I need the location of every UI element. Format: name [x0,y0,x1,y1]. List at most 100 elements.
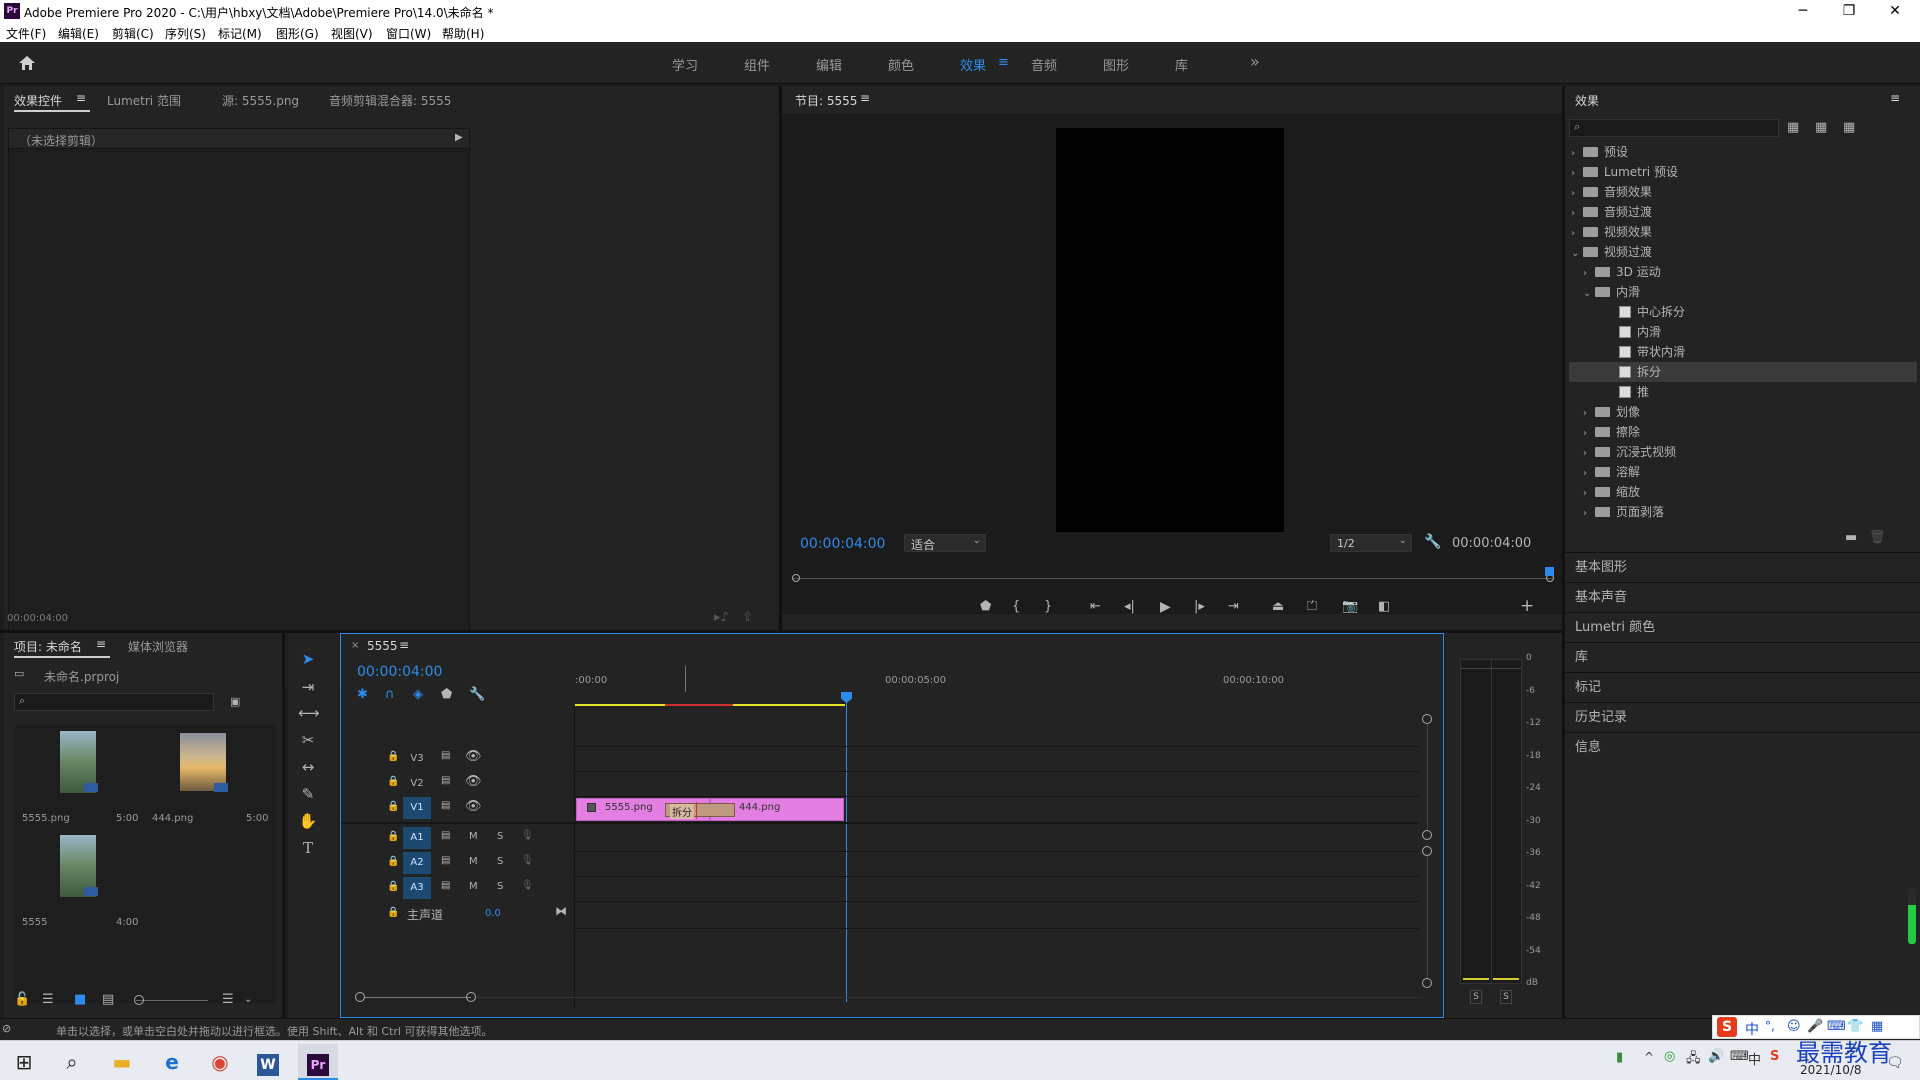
ime-punctuation-icon[interactable]: °, [1765,1019,1775,1033]
side-panel-history[interactable]: 历史记录 [1565,702,1920,732]
chevron-down-icon[interactable]: ⌄ [244,991,252,1009]
menu-marker[interactable]: 标记(M) [218,25,262,42]
mute-button[interactable]: M [469,856,478,867]
close-button[interactable]: ✕ [1872,0,1918,22]
program-video-frame[interactable] [1056,128,1284,532]
chevron-up-icon[interactable]: ^ [1644,1050,1654,1064]
effects-tree-folder[interactable]: › 页面剥落 [1569,502,1917,522]
network-icon[interactable]: 🖧 [1686,1049,1701,1071]
file-explorer-icon[interactable]: ▬ [102,1044,142,1080]
effects-tree-effect[interactable]: 带状内滑 [1569,342,1917,362]
new-bin-icon[interactable]: ▬ [1845,529,1857,547]
program-playhead[interactable] [1545,567,1554,576]
effects-tree-folder[interactable]: › 溶解 [1569,462,1917,482]
add-marker-icon[interactable]: ⬟ [980,598,991,616]
solo-button[interactable]: S [497,856,503,867]
program-timecode-current[interactable]: 00:00:04:00 [800,536,885,552]
menu-graphics[interactable]: 图形(G) [276,25,319,42]
chevron-right-icon[interactable]: › [1583,424,1595,444]
pen-tool-icon[interactable]: ✎ [298,784,318,804]
resolution-dropdown[interactable]: 1/2 ⌄ [1330,534,1412,552]
effects-tree-folder[interactable]: › 3D 运动 [1569,262,1917,282]
play-audio-icon[interactable]: ▸♪ [714,609,729,627]
menu-edit[interactable]: 编辑(E) [58,25,99,42]
track-label[interactable]: A3 [403,877,431,899]
workspace-editing[interactable]: 编辑 [816,55,842,74]
side-panel-info[interactable]: 信息 [1565,732,1920,762]
eye-icon[interactable]: 👁 [465,799,482,814]
side-panel-libraries[interactable]: 库 [1565,642,1920,672]
workspace-menu-icon[interactable]: ≡ [998,55,1009,70]
lock-icon[interactable]: 🔒 [387,856,399,867]
windows-start-icon[interactable]: ⊞ [4,1044,44,1080]
search-icon[interactable]: ⌕ [52,1044,92,1080]
export-icon[interactable]: ⇪ [742,609,753,627]
chevron-right-icon[interactable]: › [1571,184,1583,204]
side-panel-markers[interactable]: 标记 [1565,672,1920,702]
program-scrub-bar[interactable] [792,567,1554,586]
timeline-timecode[interactable]: 00:00:04:00 [357,664,442,680]
ime-keyboard-icon[interactable]: ⌨ [1827,1019,1846,1034]
chrome-icon[interactable]: ◉ [200,1044,240,1080]
audio-scrollbar[interactable] [1427,856,1428,978]
button-editor-plus-icon[interactable]: + [1520,597,1534,615]
microphone-icon[interactable]: 🎙 [521,830,534,841]
selection-tool-icon[interactable]: ➤ [298,649,318,669]
h-scroll-track[interactable] [477,997,1423,998]
jump-to-end-icon[interactable]: ⧓ [555,904,567,918]
program-monitor-title[interactable]: 节目: 5555 [795,92,857,109]
track-label[interactable]: A1 [403,827,431,849]
chevron-down-icon[interactable]: ⌄ [1583,284,1595,304]
sync-lock-icon[interactable]: ▤ [441,830,450,841]
scrub-start-handle[interactable] [792,574,800,582]
menu-clip[interactable]: 剪辑(C) [112,25,154,42]
workspace-effects[interactable]: 效果 [960,55,986,74]
microphone-icon[interactable]: 🎙 [521,880,534,891]
chevron-right-icon[interactable]: › [1583,504,1595,524]
lock-icon[interactable]: 🔒 [387,831,399,842]
sync-lock-icon[interactable]: ▤ [441,775,450,786]
h-zoom-end-handle[interactable] [466,992,476,1002]
workspace-graphics[interactable]: 图形 [1103,55,1129,74]
effects-search-input[interactable]: ⌕ [1569,119,1779,137]
expand-arrow-icon[interactable]: ▶ [455,132,463,143]
chevron-right-icon[interactable]: › [1583,464,1595,484]
chevron-right-icon[interactable]: › [1571,204,1583,224]
solo-right-button[interactable]: S [1500,990,1512,1004]
maximize-button[interactable]: ❐ [1826,0,1872,22]
tab-effect-controls[interactable]: 效果控件 [14,92,62,109]
chevron-right-icon[interactable]: › [1571,224,1583,244]
premiere-taskbar-icon[interactable]: Pr [298,1044,338,1080]
snap-icon[interactable]: ∩ [385,686,395,704]
effects-tree-folder[interactable]: › 沉浸式视频 [1569,442,1917,462]
sync-lock-icon[interactable]: ▤ [441,750,450,761]
comparison-view-icon[interactable]: ◧ [1378,598,1390,616]
workspace-libraries[interactable]: 库 [1175,55,1188,74]
chevron-right-icon[interactable]: › [1583,404,1595,424]
effects-tree-effect[interactable]: 中心拆分 [1569,302,1917,322]
type-tool-icon[interactable]: T [298,838,318,858]
effects-tree-folder[interactable]: › 视频效果 [1569,222,1917,242]
workspace-assembly[interactable]: 组件 [744,55,770,74]
edge-icon[interactable]: e [152,1044,192,1080]
project-item[interactable]: 5555 4:00 [16,833,140,933]
tab-media-browser[interactable]: 媒体浏览器 [128,638,188,655]
mute-button[interactable]: M [469,831,478,842]
solo-button[interactable]: S [497,831,503,842]
track-label[interactable]: V2 [403,773,431,795]
go-to-out-icon[interactable]: ⇥ [1228,598,1239,616]
menu-help[interactable]: 帮助(H) [442,25,484,42]
notification-icon[interactable]: 🗨 [1886,1055,1904,1071]
delete-icon[interactable]: 🗑 [1869,529,1886,547]
sogou-tray-icon[interactable]: S [1770,1049,1779,1064]
track-select-tool-icon[interactable]: ⇥ [298,677,318,697]
microphone-icon[interactable]: 🎙 [521,855,534,866]
workspace-learn[interactable]: 学习 [672,55,698,74]
tab-source[interactable]: 源: 5555.png [222,92,299,109]
more-workspaces-icon[interactable]: » [1250,52,1260,71]
audio-zoom-handle[interactable] [1422,846,1432,856]
menu-view[interactable]: 视图(V) [331,25,373,42]
ime-mode[interactable]: 中 [1745,1019,1759,1039]
video-zoom-handle[interactable] [1422,714,1432,724]
effects-tree-effect[interactable]: 内滑 [1569,322,1917,342]
